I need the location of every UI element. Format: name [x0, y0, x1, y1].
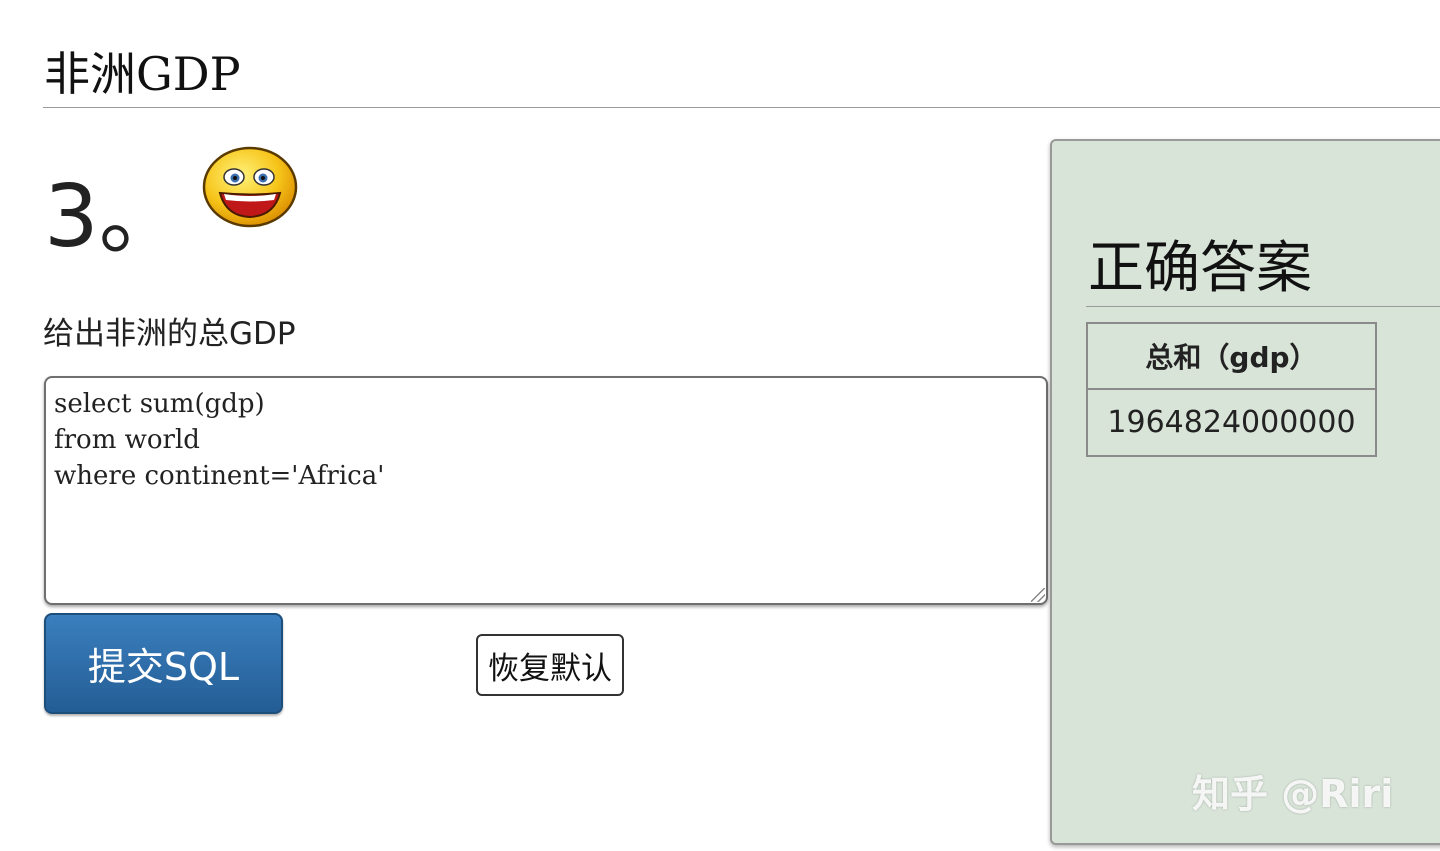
title-divider	[43, 107, 1440, 108]
question-number: 3。	[44, 167, 185, 267]
resize-grip-icon[interactable]	[1029, 586, 1045, 602]
answer-table: 总和（gdp） 1964824000000	[1086, 322, 1377, 457]
sql-editor-textarea[interactable]: select sum(gdp) from world where contine…	[44, 376, 1048, 605]
watermark: 知乎 @Riri	[1192, 772, 1394, 816]
question-text: 给出非洲的总GDP	[43, 316, 296, 352]
answer-title: 正确答案	[1088, 236, 1312, 301]
submit-sql-button[interactable]: 提交SQL	[44, 613, 283, 714]
page-title: 非洲GDP	[44, 47, 241, 101]
smiley-face-icon	[202, 146, 298, 228]
table-header-cell: 总和（gdp）	[1086, 322, 1377, 390]
table-cell: 1964824000000	[1086, 388, 1377, 457]
table-header-row: 总和（gdp）	[1086, 322, 1377, 390]
answer-panel: 正确答案 总和（gdp） 1964824000000 知乎 @Riri	[1050, 139, 1440, 845]
reset-default-button[interactable]: 恢复默认	[476, 634, 624, 696]
table-row: 1964824000000	[1086, 388, 1377, 457]
answer-divider	[1086, 306, 1440, 307]
